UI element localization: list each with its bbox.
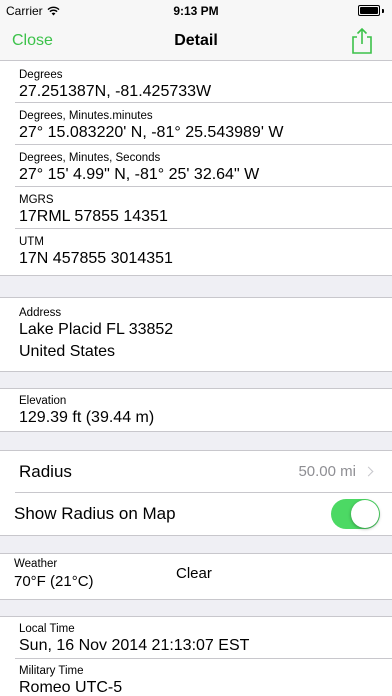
elevation-value: 129.39 ft (39.44 m) [19,409,155,426]
local-time-value: Sun, 16 Nov 2014 21:13:07 EST [19,637,250,654]
show-radius-label: Show Radius on Map [14,504,176,523]
status-time: 9:13 PM [173,4,219,18]
radius-group: Radius 50.00 mi Show Radius on Map [0,450,392,536]
weather-temp: 70°F (21°C) [14,573,94,590]
mgrs-label: MGRS [19,194,54,206]
battery-icon [358,5,384,16]
radius-row[interactable]: Radius 50.00 mi [0,451,392,493]
degrees-label: Degrees [19,69,63,81]
toggle-knob [351,500,379,528]
weather-label: Weather [14,558,58,570]
dms-value: 27° 15' 4.99" N, -81° 25' 32.64" W [19,166,260,183]
address-line-1: Lake Placid FL 33852 [19,321,174,338]
utm-label: UTM [19,236,44,248]
mgrs-value: 17RML 57855 14351 [19,208,168,225]
military-time-value: Romeo UTC-5 [19,679,123,696]
chevron-right-icon [363,466,374,477]
utm-value: 17N 457855 3014351 [19,250,173,267]
address-label: Address [19,307,62,319]
utm-row: UTM 17N 457855 3014351 [0,229,392,275]
local-time-row: Local Time Sun, 16 Nov 2014 21:13:07 EST [0,617,392,659]
mgrs-row: MGRS 17RML 57855 14351 [0,187,392,229]
status-bar: Carrier 9:13 PM [0,0,392,22]
dms-label: Degrees, Minutes, Seconds [19,152,161,164]
address-line-2: United States [19,343,116,360]
coordinates-group: Degrees 27.251387N, -81.425733W Degrees,… [0,60,392,276]
radius-value: 50.00 mi [298,463,356,480]
radius-label: Radius [19,462,72,481]
dmm-label: Degrees, Minutes.minutes [19,110,153,122]
detail-content: Degrees 27.251387N, -81.425733W Degrees,… [0,60,392,696]
degrees-value: 27.251387N, -81.425733W [19,83,212,100]
military-time-label: Military Time [19,665,84,677]
dmm-value: 27° 15.083220' N, -81° 25.543989' W [19,124,284,141]
elevation-label: Elevation [19,395,67,407]
navigation-bar: Close Detail [0,22,392,64]
page-title: Detail [174,32,218,49]
dmm-row: Degrees, Minutes.minutes 27° 15.083220' … [0,103,392,145]
share-icon[interactable] [350,27,374,55]
show-radius-toggle[interactable] [331,499,380,529]
time-group: Local Time Sun, 16 Nov 2014 21:13:07 EST… [0,616,392,696]
show-radius-row: Show Radius on Map [0,493,392,536]
weather-condition: Clear [176,565,212,582]
military-time-row: Military Time Romeo UTC-5 [0,659,392,696]
degrees-row: Degrees 27.251387N, -81.425733W [0,61,392,103]
weather-group: Weather 70°F (21°C) Clear [0,553,392,600]
local-time-label: Local Time [19,623,75,635]
dms-row: Degrees, Minutes, Seconds 27° 15' 4.99" … [0,145,392,187]
elevation-group: Elevation 129.39 ft (39.44 m) [0,388,392,432]
address-group: Address Lake Placid FL 33852 United Stat… [0,297,392,372]
